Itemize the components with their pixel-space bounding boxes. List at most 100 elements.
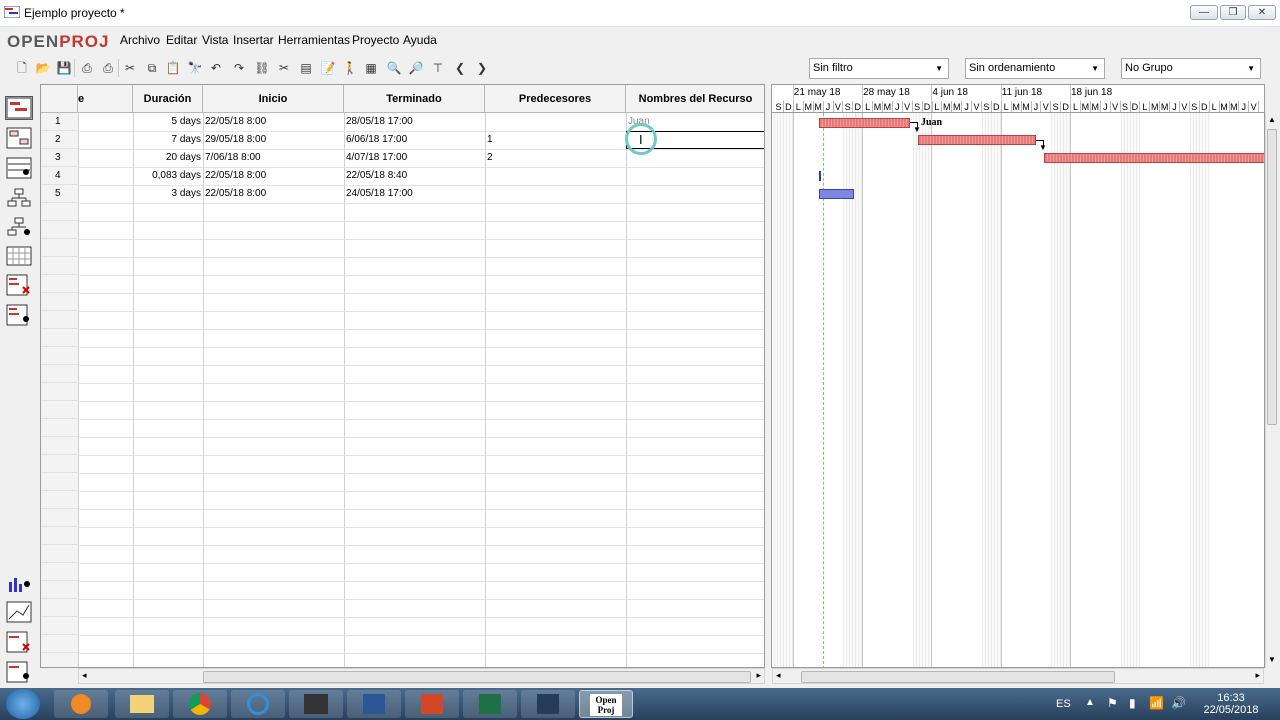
predecessors-cell[interactable] — [487, 113, 625, 131]
minimize-button[interactable]: — — [1190, 5, 1218, 20]
action-center-icon[interactable]: ⚑ — [1107, 696, 1118, 710]
menu-proyecto[interactable]: Proyecto — [352, 33, 399, 47]
duration-cell[interactable]: 3 days — [133, 185, 201, 203]
scroll-right-icon[interactable]: ▸ — [1255, 670, 1260, 681]
print-preview-icon[interactable]: ⎙ — [100, 60, 116, 76]
gantt-vertical-scrollbar[interactable]: ▲ ▼ — [1265, 113, 1279, 668]
menu-herramientas[interactable]: Herramientas — [278, 33, 350, 47]
resources-cell[interactable] — [628, 167, 764, 185]
sort-dropdown[interactable]: Sin ordenamiento ▼ — [965, 58, 1105, 79]
gantt-view-icon[interactable] — [5, 96, 33, 120]
start-cell[interactable]: 22/05/18 8:00 — [205, 185, 343, 203]
row-number-cell[interactable] — [41, 203, 78, 221]
gantt-vscroll-thumb[interactable] — [1267, 129, 1277, 425]
row-number-cell[interactable] — [41, 365, 78, 383]
scroll-down-icon[interactable]: ▼ — [1268, 655, 1276, 664]
end-cell[interactable]: 24/05/18 17:00 — [346, 185, 484, 203]
task-bar-3[interactable] — [1044, 153, 1264, 163]
wbs-view-icon[interactable] — [5, 186, 33, 210]
predecessors-cell[interactable] — [487, 185, 625, 203]
row-number-cell[interactable] — [41, 599, 78, 617]
excel-icon[interactable] — [463, 690, 517, 718]
calendar-icon[interactable]: ▦ — [363, 60, 379, 76]
row-number-cell[interactable] — [41, 311, 78, 329]
table-horizontal-scrollbar[interactable]: ◂ ▸ — [78, 668, 765, 684]
system-clock[interactable]: 16:33 22/05/2018 — [1196, 692, 1266, 716]
table-row[interactable]: 3 20 days 7/06/18 8:00 4/07/18 17:00 2 — [41, 149, 764, 167]
duration-cell[interactable]: 5 days — [133, 113, 201, 131]
row-number-cell[interactable] — [41, 509, 78, 527]
row-number-cell[interactable] — [41, 383, 78, 401]
predecessors-cell[interactable]: 2 — [487, 149, 625, 167]
gantt-horizontal-scrollbar[interactable]: ◂ ▸ — [772, 668, 1264, 684]
start-cell[interactable]: 7/06/18 8:00 — [205, 149, 343, 167]
unlink-icon[interactable]: ✂ — [276, 60, 292, 76]
close-button[interactable]: ✕ — [1248, 5, 1276, 20]
task-bar-5[interactable] — [819, 189, 854, 199]
task-usage-detail-icon[interactable] — [5, 630, 33, 654]
row-number-cell[interactable] — [41, 635, 78, 653]
row-number-cell[interactable] — [41, 491, 78, 509]
volume-icon[interactable]: 🔊 — [1171, 696, 1186, 710]
row-number-cell[interactable] — [41, 275, 78, 293]
table-row[interactable]: 5 3 days 22/05/18 8:00 24/05/18 17:00 — [41, 185, 764, 203]
duration-cell[interactable]: 20 days — [133, 149, 201, 167]
resources-cell[interactable] — [628, 185, 764, 203]
resource-view-icon[interactable] — [5, 156, 33, 180]
internet-explorer-icon[interactable] — [231, 690, 285, 718]
battery-icon[interactable]: ▮ — [1129, 696, 1136, 710]
predecessors-cell[interactable] — [487, 167, 625, 185]
maximize-button[interactable]: ❐ — [1220, 5, 1246, 20]
row-number-cell[interactable] — [41, 581, 78, 599]
row-number-cell[interactable] — [41, 221, 78, 239]
table-scroll-thumb[interactable] — [203, 671, 751, 683]
powerpoint-icon[interactable] — [405, 690, 459, 718]
print-icon[interactable]: ⎙ — [79, 60, 95, 76]
scroll-to-task-icon[interactable]: ⊤ — [430, 60, 446, 76]
scroll-up-icon[interactable]: ▲ — [1268, 115, 1276, 124]
row-number-cell[interactable] — [41, 293, 78, 311]
start-cell[interactable]: 22/05/18 8:00 — [205, 113, 343, 131]
find-icon[interactable]: 🔭 — [187, 60, 203, 76]
gantt-scroll-thumb[interactable] — [801, 671, 1115, 683]
task-bar-2[interactable] — [918, 135, 1036, 145]
resource-usage-view-icon[interactable] — [5, 303, 33, 327]
row-number-cell[interactable] — [41, 653, 78, 667]
row-number-cell[interactable] — [41, 455, 78, 473]
group-dropdown[interactable]: No Grupo ▼ — [1121, 58, 1261, 79]
row-number-cell[interactable] — [41, 347, 78, 365]
network-view-icon[interactable] — [5, 126, 33, 150]
header-predecessors[interactable]: Predecesores — [485, 85, 626, 113]
start-button[interactable] — [6, 689, 40, 719]
cut-icon[interactable]: ✂ — [122, 60, 138, 76]
zoom-in-icon[interactable]: 🔍 — [386, 60, 402, 76]
menu-editar[interactable]: Editar — [166, 33, 197, 47]
charts-view-icon[interactable] — [5, 600, 33, 624]
start-cell[interactable]: 29/05/18 8:00 — [205, 131, 343, 149]
header-end[interactable]: Terminado — [344, 85, 485, 113]
redo-icon[interactable]: ↷ — [231, 60, 247, 76]
network-icon[interactable]: 📶 — [1149, 696, 1164, 710]
table-row[interactable]: 4 0,083 days 22/05/18 8:00 22/05/18 8:40 — [41, 167, 764, 185]
resource-usage-detail-icon[interactable] — [5, 660, 33, 684]
header-resources[interactable]: Nombres del Recurso — [626, 85, 764, 113]
media-player-icon[interactable] — [54, 690, 108, 718]
row-number-cell[interactable] — [41, 329, 78, 347]
header-start[interactable]: Inicio — [203, 85, 344, 113]
outdent-icon[interactable]: ❮ — [452, 60, 468, 76]
end-cell[interactable]: 28/05/18 17:00 — [346, 113, 484, 131]
open-file-icon[interactable]: 📂 — [35, 60, 51, 76]
openproj-taskbar-button[interactable]: Open Proj — [579, 690, 633, 718]
end-cell[interactable]: 6/06/18 17:00 — [346, 131, 484, 149]
language-indicator[interactable]: ES — [1056, 698, 1071, 710]
menu-ayuda[interactable]: Ayuda — [403, 33, 437, 47]
word-icon[interactable] — [347, 690, 401, 718]
undo-icon[interactable]: ↶ — [208, 60, 224, 76]
row-number-cell[interactable] — [41, 239, 78, 257]
link-icon[interactable]: ⛓ — [254, 60, 270, 76]
menu-vista[interactable]: Vista — [202, 33, 228, 47]
notes-icon[interactable]: 📝 — [320, 60, 336, 76]
menu-insertar[interactable]: Insertar — [233, 33, 274, 47]
table-row[interactable]: 15 days 22/05/18 8:00 28/05/18 17:00 Juan — [41, 113, 764, 131]
header-duration[interactable]: Duración — [133, 85, 203, 113]
